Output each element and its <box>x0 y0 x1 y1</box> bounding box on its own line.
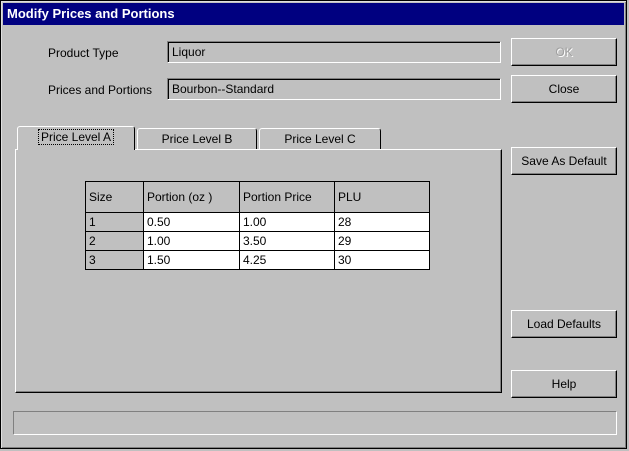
tab-price-level-b[interactable]: Price Level B <box>137 128 257 150</box>
cell-portion-price[interactable]: 4.25 <box>239 250 335 270</box>
modify-prices-dialog: Modify Prices and Portions Product Type … <box>0 0 627 449</box>
row-size[interactable]: 1 <box>85 212 144 232</box>
cell-portion[interactable]: 1.00 <box>143 231 240 251</box>
row-size[interactable]: 3 <box>85 250 144 270</box>
prices-portions-field[interactable]: Bourbon--Standard <box>167 78 501 100</box>
tab-label: Price Level C <box>284 132 356 146</box>
close-button[interactable]: Close <box>511 75 617 103</box>
dialog-title: Modify Prices and Portions <box>3 3 624 25</box>
save-as-default-button[interactable]: Save As Default <box>511 147 617 175</box>
load-defaults-button[interactable]: Load Defaults <box>511 310 617 338</box>
status-bar <box>13 411 617 435</box>
column-header-portion-price[interactable]: Portion Price <box>239 181 335 213</box>
tab-label: Price Level B <box>161 132 233 146</box>
prices-grid: Size Portion (oz ) Portion Price PLU 1 0… <box>85 181 430 270</box>
product-type-label: Product Type <box>48 46 119 60</box>
column-header-portion[interactable]: Portion (oz ) <box>143 181 240 213</box>
tab-price-level-a[interactable]: Price Level A <box>17 126 135 150</box>
product-type-field[interactable]: Liquor <box>167 41 501 63</box>
tab-price-level-c[interactable]: Price Level C <box>259 128 381 150</box>
column-header-size[interactable]: Size <box>85 181 144 213</box>
cell-portion[interactable]: 1.50 <box>143 250 240 270</box>
table-row: 2 1.00 3.50 29 <box>85 231 430 251</box>
cell-portion[interactable]: 0.50 <box>143 212 240 232</box>
save-as-default-label: Save As Default <box>521 154 607 168</box>
table-row: 3 1.50 4.25 30 <box>85 250 430 270</box>
cell-portion-price[interactable]: 3.50 <box>239 231 335 251</box>
grid-header-row: Size Portion (oz ) Portion Price PLU <box>85 181 430 213</box>
cell-plu[interactable]: 30 <box>334 250 430 270</box>
prices-portions-label: Prices and Portions <box>48 83 153 97</box>
cell-plu[interactable]: 29 <box>334 231 430 251</box>
help-button[interactable]: Help <box>511 370 617 398</box>
load-defaults-label: Load Defaults <box>526 317 602 331</box>
table-row: 1 0.50 1.00 28 <box>85 212 430 232</box>
ok-button[interactable]: OK <box>511 38 617 66</box>
column-header-plu[interactable]: PLU <box>334 181 430 213</box>
row-size[interactable]: 2 <box>85 231 144 251</box>
cell-plu[interactable]: 28 <box>334 212 430 232</box>
tab-label: Price Level A <box>37 129 115 145</box>
cell-portion-price[interactable]: 1.00 <box>239 212 335 232</box>
